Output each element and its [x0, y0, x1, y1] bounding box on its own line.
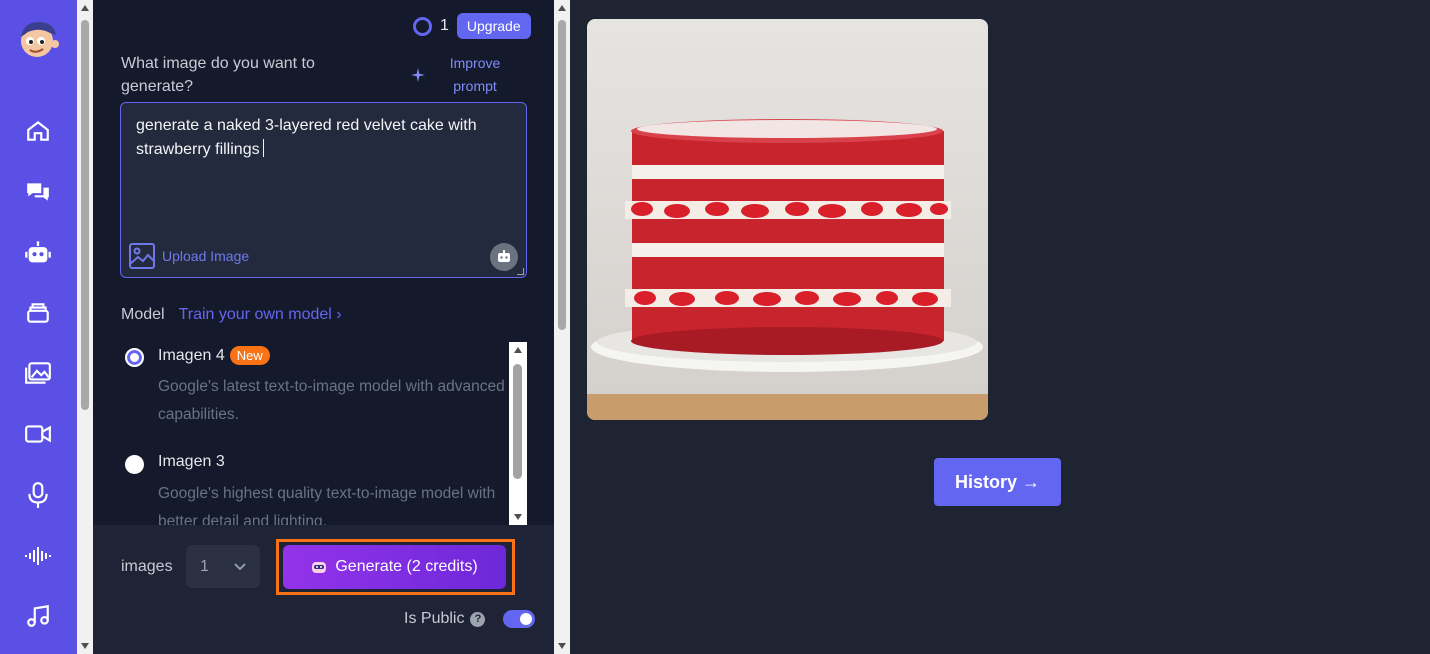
model-name: Imagen 3 — [158, 453, 225, 470]
public-toggle[interactable] — [503, 610, 536, 628]
image-upload-icon — [129, 243, 155, 269]
history-button[interactable]: History → — [934, 458, 1061, 506]
chat-icon[interactable] — [22, 176, 54, 208]
assistant-bot-button[interactable] — [490, 243, 518, 271]
robot-icon[interactable] — [22, 237, 54, 269]
model-option-imagen-4[interactable]: Imagen 4 New Google's latest text-to-ima… — [121, 342, 511, 442]
text-caret — [262, 139, 264, 157]
model-list-scrollbar[interactable] — [509, 342, 527, 525]
model-list: Imagen 4 New Google's latest text-to-ima… — [121, 342, 526, 525]
radio-selected[interactable] — [125, 348, 144, 367]
generate-label: Generate (2 credits) — [335, 558, 478, 575]
public-setting: Is Public ? — [404, 610, 536, 628]
music-icon[interactable] — [22, 600, 54, 632]
generated-image[interactable] — [587, 19, 988, 420]
prompt-question: What image do you want to generate? — [121, 55, 315, 95]
prompt-value: generate a naked 3-layered red velvet ca… — [136, 117, 477, 158]
stack-icon[interactable] — [22, 297, 54, 329]
model-label: Model — [121, 306, 165, 323]
credit-count: 1 — [440, 17, 449, 34]
sparkle-icon — [411, 68, 425, 82]
model-header: Model Train your own model › — [121, 306, 342, 324]
resize-handle[interactable] — [517, 268, 524, 275]
gallery-icon[interactable] — [22, 357, 54, 389]
chevron-down-icon — [234, 562, 246, 570]
credits-ring-icon — [413, 16, 432, 36]
generator-panel: 1 Upgrade What image do you want to gene… — [93, 0, 554, 654]
public-label: Is Public — [404, 610, 465, 627]
video-icon[interactable] — [22, 418, 54, 450]
rail-scrollbar[interactable] — [77, 0, 93, 654]
help-icon[interactable]: ? — [470, 611, 486, 627]
robot-face-icon — [312, 562, 327, 573]
upload-image-label: Upload Image — [162, 248, 250, 264]
nav-rail — [0, 0, 77, 654]
images-count-select[interactable]: 1 — [186, 545, 260, 588]
model-name: Imagen 4 — [158, 346, 225, 364]
train-model-link[interactable]: Train your own model › — [179, 306, 342, 324]
improve-prompt-label: Improve prompt — [449, 55, 501, 94]
upload-image-button[interactable]: Upload Image — [128, 242, 249, 270]
microphone-icon[interactable] — [22, 479, 54, 511]
new-badge: New — [229, 346, 270, 365]
generate-button[interactable]: Generate (2 credits) — [283, 545, 506, 589]
generate-footer: images 1 Generate (2 credits) Is Public … — [93, 525, 554, 654]
cake-image — [587, 19, 988, 420]
images-label: images — [121, 558, 173, 575]
model-description: Google's latest text-to-image model with… — [158, 378, 505, 423]
model-option-imagen-3[interactable]: Imagen 3 Google's highest quality text-t… — [121, 449, 511, 525]
improve-prompt-button[interactable]: Improve prompt — [411, 52, 541, 98]
prompt-textarea[interactable]: generate a naked 3-layered red velvet ca… — [120, 102, 527, 278]
credits-area: 1 Upgrade — [413, 13, 531, 39]
home-icon[interactable] — [22, 115, 54, 147]
bot-icon — [498, 250, 510, 262]
waveform-icon[interactable] — [22, 540, 54, 572]
logo-icon — [21, 21, 59, 57]
radio-unselected[interactable] — [125, 455, 144, 474]
images-count-value: 1 — [200, 557, 209, 575]
panel-scrollbar[interactable] — [554, 0, 570, 654]
upgrade-button[interactable]: Upgrade — [456, 13, 531, 39]
model-description: Google's highest quality text-to-image m… — [158, 485, 496, 525]
